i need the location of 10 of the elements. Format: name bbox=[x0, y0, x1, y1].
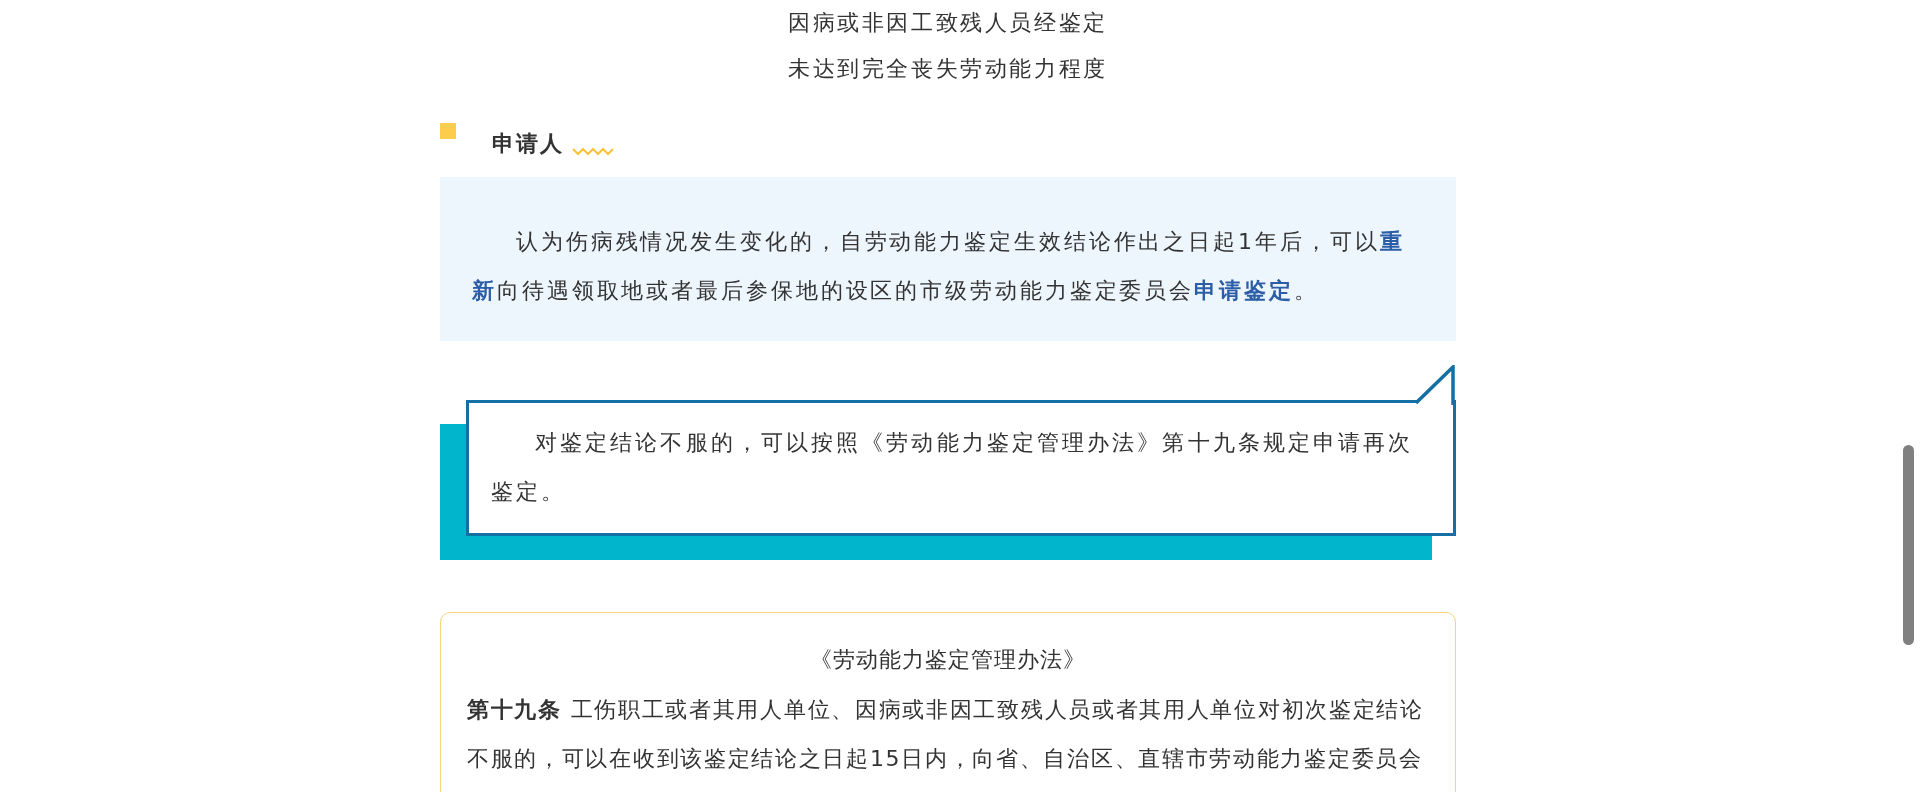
square-bullet-icon bbox=[440, 123, 456, 139]
scrollbar-thumb[interactable] bbox=[1903, 445, 1914, 645]
note-text: 认为伤病残情况发生变化的，自劳动能力鉴定生效结论作出之日起1年后，可以重新向待遇领取地或者最后参保地的设区的市级劳动能力鉴定委员会申请鉴定。 bbox=[472, 228, 1406, 305]
intro-line: 未达到完全丧失劳动能力程度 bbox=[788, 55, 1108, 83]
reference-text: 第十九条 工伤职工或者其用人单位、因病或非因工致残人员或者其用人单位对初次鉴定结论不服的，可以在收到该鉴定结论之日起15日内，向省、自治区、直辖市劳动能力鉴定委员会 bbox=[467, 696, 1425, 773]
section-heading: 申请人 bbox=[492, 130, 564, 158]
callout-text: 对鉴定结论不服的，可以按照《劳动能力鉴定管理办法》第十九条规定申请再次鉴定。 bbox=[491, 429, 1415, 506]
reference-title: 《劳动能力鉴定管理办法》 bbox=[810, 646, 1086, 674]
zigzag-decoration bbox=[572, 146, 614, 156]
intro-line: 因病或非因工致残人员经鉴定 bbox=[788, 9, 1108, 37]
